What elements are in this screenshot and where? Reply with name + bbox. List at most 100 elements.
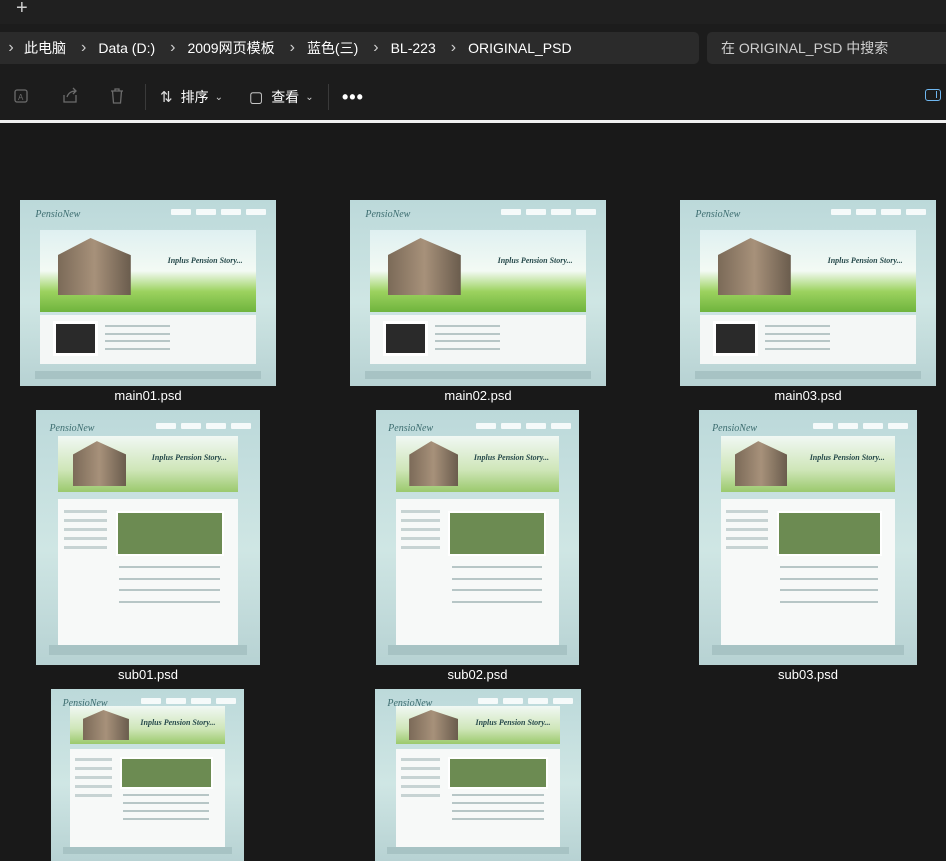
svg-text:A: A (18, 93, 24, 102)
thumbnail-hero-image: Inplus Pension Story... (40, 229, 256, 312)
thumbnail-slogan: Inplus Pension Story... (151, 453, 227, 463)
view-button[interactable]: ▢ 查看 ⌄ (249, 84, 314, 110)
thumbnail-sidebar (401, 504, 441, 640)
thumbnail-footer (49, 644, 247, 655)
chevron-down-icon: ⌄ (305, 91, 314, 103)
text-line (764, 324, 830, 327)
search-input[interactable]: 在 ORIGINAL_PSD 中搜索 (707, 38, 888, 58)
chevron-right-icon[interactable]: › (445, 39, 462, 57)
thumbnail-logo: PensioNew (49, 422, 95, 434)
thumbnail-slogan: Inplus Pension Story... (473, 453, 549, 463)
thumbnail-nav (813, 422, 909, 429)
thumbnail-content-panel (40, 315, 256, 364)
thumbnail-sidebar (400, 752, 441, 844)
text-line (780, 577, 878, 580)
file-thumbnail[interactable]: PensioNew Inplus Pension Story... (375, 689, 581, 861)
view-icon: ▢ (249, 89, 264, 106)
thumbnail-nav (156, 422, 252, 429)
photo-frame (776, 511, 882, 557)
text-line (434, 340, 500, 343)
chevron-right-icon[interactable]: › (284, 39, 301, 57)
sort-icon: ⇅ (160, 89, 173, 106)
thumbnail-sidebar (726, 504, 768, 640)
text-line (119, 565, 220, 568)
file-name-label[interactable]: sub01.psd (36, 667, 260, 682)
thumbnail-logo: PensioNew (35, 209, 81, 221)
file-name-label[interactable]: main03.psd (680, 388, 936, 403)
text-line (764, 340, 830, 343)
address-bar[interactable]: › 此电脑 › Data (D:) › 2009网页模板 › 蓝色(三) › B… (0, 32, 699, 64)
thumbnail-nav (141, 697, 237, 704)
chevron-right-icon[interactable]: › (367, 39, 384, 57)
file-name-label[interactable]: sub03.psd (699, 667, 917, 682)
file-thumbnail[interactable]: PensioNew Inplus Pension Story... (20, 200, 276, 386)
thumbnail-nav (170, 209, 266, 216)
thumbnail-nav (477, 697, 573, 704)
breadcrumb-item-original-psd[interactable]: ORIGINAL_PSD (462, 40, 580, 56)
thumbnail-sidebar (74, 752, 112, 844)
text-line (104, 332, 170, 335)
text-line (119, 577, 220, 580)
thumbnail-logo: PensioNew (365, 209, 411, 221)
breadcrumb-item-bl223[interactable]: BL-223 (385, 40, 445, 56)
thumbnail-nav (475, 422, 571, 429)
thumbnail-nav (500, 209, 596, 216)
thumbnail-content-panel (700, 315, 916, 364)
share-icon[interactable] (60, 87, 80, 107)
file-name-label[interactable]: main01.psd (20, 388, 276, 403)
text-line (434, 332, 500, 335)
thumbnail-sidebar (63, 504, 107, 640)
delete-icon[interactable] (107, 87, 127, 107)
thumbnail-content-panel (396, 499, 559, 648)
new-tab-button[interactable]: + (16, 0, 28, 20)
file-name-label[interactable]: main02.psd (350, 388, 606, 403)
chevron-right-icon[interactable]: › (75, 39, 92, 57)
file-thumbnail[interactable]: PensioNew Inplus Pension Story... (350, 200, 606, 386)
house-illustration (409, 441, 458, 486)
thumbnail-hero-image: Inplus Pension Story... (58, 435, 238, 492)
text-line (434, 324, 500, 327)
house-illustration (57, 237, 131, 296)
file-thumbnail[interactable]: PensioNew Inplus Pension Story... (376, 410, 579, 665)
text-line (104, 324, 170, 327)
file-thumbnail[interactable]: PensioNew Inplus Pension Story... (36, 410, 260, 665)
breadcrumb-item-blue[interactable]: 蓝色(三) (301, 38, 367, 58)
text-line (451, 577, 543, 580)
photo-frame (448, 757, 548, 790)
text-line (764, 348, 830, 351)
search-box[interactable]: 在 ORIGINAL_PSD 中搜索 (707, 32, 946, 64)
file-name-label[interactable]: sub02.psd (376, 667, 579, 682)
text-line (451, 589, 543, 592)
text-line (119, 601, 220, 604)
file-thumbnail[interactable]: PensioNew Inplus Pension Story... (51, 689, 244, 861)
thumbnail-hero-image: Inplus Pension Story... (700, 229, 916, 312)
house-illustration (408, 709, 459, 741)
thumbnail-hero-image: Inplus Pension Story... (396, 435, 559, 492)
details-pane-icon[interactable] (925, 89, 941, 101)
toolbar-divider (145, 84, 146, 110)
text-line (122, 802, 210, 805)
breadcrumb-item-templates[interactable]: 2009网页模板 (181, 38, 283, 58)
breadcrumb-item-this-pc[interactable]: 此电脑 (22, 38, 75, 58)
file-thumbnail[interactable]: PensioNew Inplus Pension Story... (699, 410, 917, 665)
chevron-right-icon[interactable]: › (164, 39, 181, 57)
text-line (122, 818, 210, 820)
text-line (780, 601, 878, 604)
thumbnail-footer (712, 644, 904, 655)
thumbnail-logo: PensioNew (695, 209, 741, 221)
thumbnail-slogan: Inplus Pension Story... (475, 718, 551, 728)
thumbnail-hero-image: Inplus Pension Story... (395, 706, 561, 745)
breadcrumb-expander-icon[interactable]: › (0, 39, 22, 57)
photo-frame (448, 511, 547, 557)
thumbnail-slogan: Inplus Pension Story... (809, 453, 885, 463)
sort-button[interactable]: ⇅ 排序 ⌄ (160, 84, 223, 110)
thumbnail-content-panel (720, 499, 896, 648)
more-options-button[interactable]: ••• (342, 87, 364, 108)
text-line (434, 348, 500, 351)
text-line (780, 565, 878, 568)
breadcrumb-item-drive[interactable]: Data (D:) (92, 40, 164, 56)
thumbnail-slogan: Inplus Pension Story... (167, 255, 243, 265)
rename-icon[interactable]: A (12, 87, 32, 107)
text-line (451, 818, 544, 820)
file-thumbnail[interactable]: PensioNew Inplus Pension Story... (680, 200, 936, 386)
